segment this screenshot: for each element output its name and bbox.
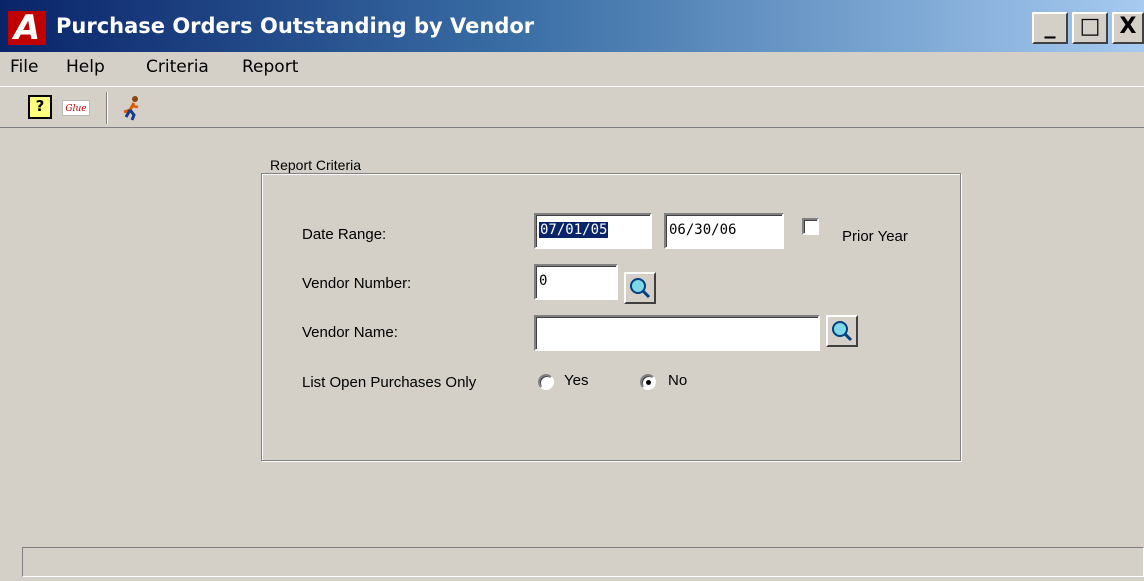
date-from-value: 07/01/05: [539, 222, 609, 238]
prior-year-label: Prior Year: [842, 228, 908, 245]
date-range-label: Date Range:: [302, 226, 387, 243]
date-to-field[interactable]: 06/30/06: [664, 213, 784, 249]
status-bar: [22, 547, 1144, 577]
menu-criteria[interactable]: Criteria: [146, 57, 209, 77]
yes-label: Yes: [564, 372, 589, 389]
menu-report[interactable]: Report: [242, 57, 298, 77]
open-only-no-radio[interactable]: [640, 374, 656, 390]
help-icon[interactable]: ?: [28, 95, 52, 119]
date-from-field[interactable]: 07/01/05: [534, 213, 652, 249]
vendor-name-label: Vendor Name:: [302, 324, 398, 341]
running-man-icon[interactable]: [120, 95, 144, 121]
date-to-value: 06/30/06: [669, 222, 737, 238]
magnifier-icon: [630, 278, 651, 299]
magnifier-icon: [832, 321, 853, 342]
vendor-number-field[interactable]: 0: [534, 264, 618, 300]
radio-selected-dot: [646, 380, 651, 385]
toolbar-separator: [106, 92, 108, 124]
app-logo-icon: A: [8, 11, 46, 45]
menu-help[interactable]: Help: [66, 57, 105, 77]
vendor-number-lookup-button[interactable]: [624, 272, 656, 304]
prior-year-checkbox[interactable]: [802, 218, 819, 235]
menu-bar: File Help Criteria Report: [0, 54, 1144, 84]
open-only-yes-radio[interactable]: [538, 374, 554, 390]
no-label: No: [668, 372, 688, 389]
toolbar: ? Glue: [0, 86, 1144, 128]
title-bar[interactable]: A Purchase Orders Outstanding by Vendor …: [0, 0, 1144, 52]
close-button[interactable]: X: [1112, 12, 1144, 44]
open-purchases-label: List Open Purchases Only: [302, 374, 477, 391]
vendor-number-value: 0: [539, 273, 548, 289]
vendor-name-lookup-button[interactable]: [826, 315, 858, 347]
window-title: Purchase Orders Outstanding by Vendor: [56, 14, 535, 38]
maximize-button[interactable]: □: [1072, 12, 1108, 44]
minimize-button[interactable]: _: [1032, 12, 1068, 44]
report-criteria-title: Report Criteria: [267, 157, 365, 173]
vendor-name-field[interactable]: [534, 315, 820, 351]
menu-file[interactable]: File: [10, 57, 38, 77]
glue-icon[interactable]: Glue: [62, 100, 90, 116]
vendor-number-label: Vendor Number:: [302, 275, 412, 292]
